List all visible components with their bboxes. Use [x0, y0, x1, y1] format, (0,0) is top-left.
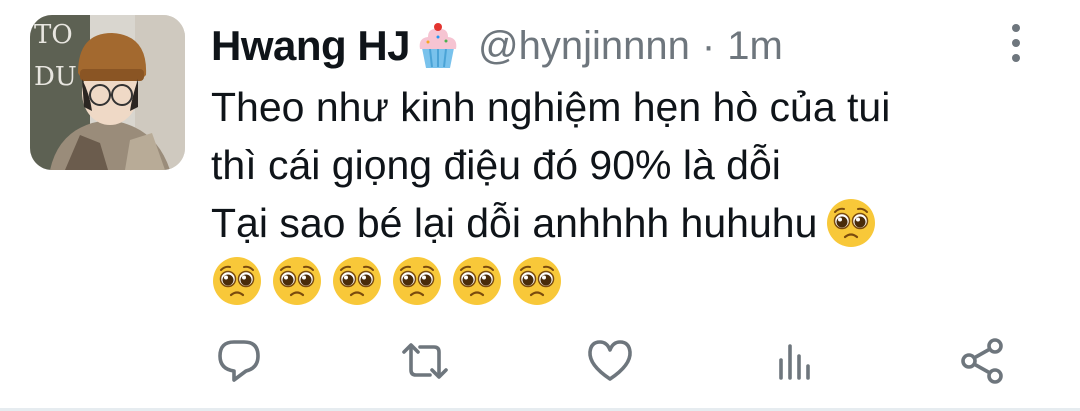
avatar[interactable]: TO DU: [30, 15, 185, 170]
pleading-face-icon: [331, 255, 383, 307]
display-name[interactable]: Hwang HJ: [211, 22, 411, 70]
reply-icon[interactable]: [214, 336, 264, 386]
tweet-line: Theo như kinh nghiệm hẹn hò của tui: [211, 78, 1031, 136]
handle[interactable]: @hynjinnnn: [478, 24, 690, 69]
tweet-header: Hwang HJ @hynjinnnn · 1m: [211, 18, 783, 74]
tweet-line: Tại sao bé lại dỗi anhhhh huhuhu: [211, 194, 1031, 252]
pleading-face-icon: [825, 197, 877, 249]
tweet-line-text: thì cái giọng điệu đó 90% là dỗi: [211, 142, 781, 188]
timestamp[interactable]: 1m: [727, 24, 783, 69]
cupcake-icon: [416, 22, 460, 70]
heart-icon[interactable]: [585, 336, 635, 386]
avatar-photo: TO DU: [30, 15, 185, 170]
pleading-face-icon: [271, 255, 323, 307]
pleading-face-icon: [451, 255, 503, 307]
emoji-row: [211, 252, 1031, 310]
separator-dot: ·: [701, 23, 716, 68]
tweet-line-text: Tại sao bé lại dỗi anhhhh huhuhu: [211, 200, 818, 246]
pleading-face-icon: [211, 255, 263, 307]
tweet-line-text: Theo như kinh nghiệm hẹn hò của tui: [211, 84, 891, 130]
share-icon[interactable]: [957, 336, 1007, 386]
tweet-actions: [0, 336, 1080, 388]
tweet-line: thì cái giọng điệu đó 90% là dỗi: [211, 136, 1031, 194]
pleading-face-icon: [391, 255, 443, 307]
retweet-icon[interactable]: [400, 336, 450, 386]
tweet-text: Theo như kinh nghiệm hẹn hò của tui thì …: [211, 78, 1031, 310]
svg-text:TO: TO: [34, 20, 73, 50]
more-options-icon[interactable]: [1005, 24, 1027, 70]
analytics-icon[interactable]: [770, 336, 820, 386]
pleading-face-icon: [511, 255, 563, 307]
tweet-card[interactable]: TO DU Hwang HJ @hynjinnnn · 1m Theo như …: [0, 0, 1080, 411]
svg-text:DU: DU: [34, 62, 77, 92]
